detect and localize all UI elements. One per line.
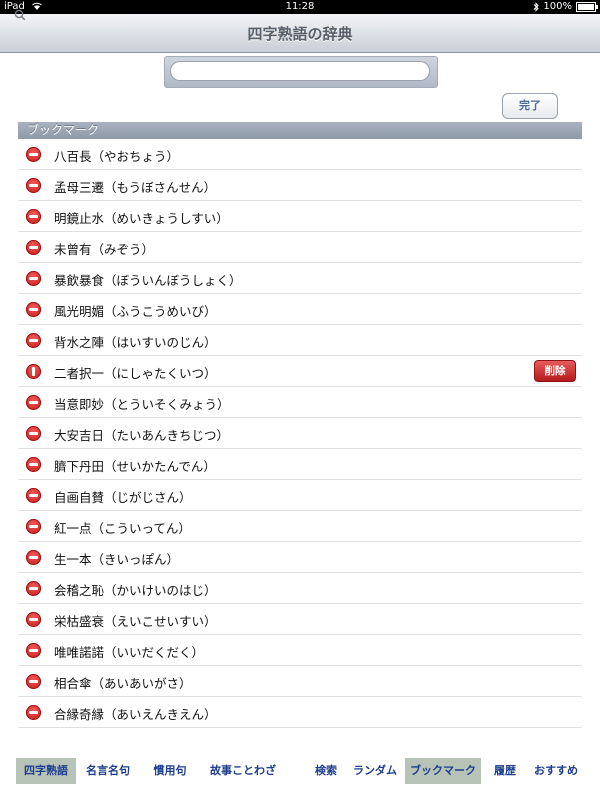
list-item-label: 自画自賛（じがじさん） xyxy=(54,490,192,505)
tab-bar: 四字熟語 名言名句 慣用句 故事ことわざ 検索 ランダム ブックマーク 履歴 おすすめ xyxy=(0,752,600,788)
delete-minus-icon[interactable] xyxy=(26,581,41,596)
tab-left-0[interactable]: 四字熟語 xyxy=(16,758,76,784)
list-item[interactable]: 紅一点（こういってん） xyxy=(18,511,582,542)
list-item-label: 臍下丹田（せいかたんでん） xyxy=(54,459,216,474)
list-item[interactable]: 孟母三遷（もうぼさんせん） xyxy=(18,170,582,201)
delete-minus-icon[interactable] xyxy=(26,519,41,534)
battery-percent: 100% xyxy=(543,1,572,12)
navigation-bar: 四字熟語の辞典 xyxy=(0,14,600,53)
list-item-label: 八百長（やおちょう） xyxy=(54,149,180,164)
list-item[interactable]: 二者択一（にしゃたくいつ） 削除 xyxy=(18,356,582,387)
delete-minus-icon[interactable] xyxy=(26,395,41,410)
list-item-label: 暴飲暴食（ぼういんぼうしょく） xyxy=(54,273,242,288)
list-item-label: 会稽之恥（かいけいのはじ） xyxy=(54,583,217,598)
list-item[interactable]: 明鏡止水（めいきょうしすい） xyxy=(18,201,582,232)
tab-left-3[interactable]: 故事ことわざ xyxy=(204,758,282,784)
tab-right-0[interactable]: 検索 xyxy=(310,758,342,784)
delete-minus-icon[interactable] xyxy=(26,705,41,720)
list-item[interactable]: 会稽之恥（かいけいのはじ） xyxy=(18,573,582,604)
list-item-label: 唯唯諾諾（いいだくだく） xyxy=(54,645,205,660)
list-item[interactable]: 臍下丹田（せいかたんでん） xyxy=(18,449,582,480)
list-item-label: 大安吉日（たいあんきちじつ） xyxy=(54,428,230,443)
bookmark-list: 八百長（やおちょう） 孟母三遷（もうぼさんせん） 明鏡止水（めいきょうしすい） 未曾有… xyxy=(18,139,582,728)
list-item[interactable]: 背水之陣（はいすいのじん） xyxy=(18,325,582,356)
list-item[interactable]: 八百長（やおちょう） xyxy=(18,139,582,170)
list-item[interactable]: 生一本（きいっぽん） xyxy=(18,542,582,573)
list-item-label: 未曾有（みぞう） xyxy=(54,242,155,257)
list-item[interactable]: 合縁奇縁（あいえんきえん） xyxy=(18,697,582,728)
list-item[interactable]: 暴飲暴食（ぼういんぼうしょく） xyxy=(18,263,582,294)
search-input[interactable] xyxy=(170,61,430,81)
list-item[interactable]: 相合傘（あいあいがさ） xyxy=(18,666,582,697)
delete-confirm-icon[interactable] xyxy=(26,364,41,379)
delete-minus-icon[interactable] xyxy=(26,178,41,193)
status-right: 100% xyxy=(533,0,598,14)
list-item[interactable]: 大安吉日（たいあんきちじつ） xyxy=(18,418,582,449)
page-title: 四字熟語の辞典 xyxy=(247,25,353,43)
tab-right-4[interactable]: おすすめ xyxy=(528,758,584,784)
tab-left-2[interactable]: 慣用句 xyxy=(146,758,194,784)
delete-minus-icon[interactable] xyxy=(26,302,41,317)
list-item-label: 栄枯盛衰（えいこせいすい） xyxy=(54,614,217,629)
tab-right-1[interactable]: ランダム xyxy=(348,758,402,784)
bluetooth-icon xyxy=(534,2,540,12)
search-icon xyxy=(14,9,26,21)
list-item[interactable]: 当意即妙（とういそくみょう） xyxy=(18,387,582,418)
delete-minus-icon[interactable] xyxy=(26,643,41,658)
delete-button[interactable]: 削除 xyxy=(534,360,576,382)
list-item[interactable]: 風光明媚（ふうこうめいび） xyxy=(18,294,582,325)
list-item-label: 風光明媚（ふうこうめいび） xyxy=(54,304,217,319)
delete-minus-icon[interactable] xyxy=(26,147,41,162)
delete-minus-icon[interactable] xyxy=(26,550,41,565)
list-item-label: 背水之陣（はいすいのじん） xyxy=(54,335,217,350)
list-item-label: 相合傘（あいあいがさ） xyxy=(54,676,192,691)
status-time: 11:28 xyxy=(285,1,315,12)
list-item[interactable]: 栄枯盛衰（えいこせいすい） xyxy=(18,604,582,635)
list-item-label: 合縁奇縁（あいえんきえん） xyxy=(54,707,217,722)
list-item[interactable]: 唯唯諾諾（いいだくだく） xyxy=(18,635,582,666)
delete-minus-icon[interactable] xyxy=(26,209,41,224)
done-button[interactable]: 完了 xyxy=(502,93,558,119)
list-item-label: 明鏡止水（めいきょうしすい） xyxy=(54,211,229,226)
delete-minus-icon[interactable] xyxy=(26,240,41,255)
delete-minus-icon[interactable] xyxy=(26,488,41,503)
delete-minus-icon[interactable] xyxy=(26,612,41,627)
status-bar: iPad 11:28 100% xyxy=(0,0,600,14)
list-item-label: 孟母三遷（もうぼさんせん） xyxy=(54,180,217,195)
delete-minus-icon[interactable] xyxy=(26,426,41,441)
section-header: ブックマーク xyxy=(18,122,582,139)
list-item-label: 二者択一（にしゃたくいつ） xyxy=(54,366,217,381)
delete-minus-icon[interactable] xyxy=(26,457,41,472)
delete-minus-icon[interactable] xyxy=(26,674,41,689)
delete-minus-icon[interactable] xyxy=(26,333,41,348)
list-item[interactable]: 自画自賛（じがじさん） xyxy=(18,480,582,511)
list-item-label: 生一本（きいっぽん） xyxy=(54,552,180,567)
list-item-label: 紅一点（こういってん） xyxy=(54,521,191,536)
tab-right-2[interactable]: ブックマーク xyxy=(405,758,481,784)
tab-right-3[interactable]: 履歴 xyxy=(488,758,522,784)
battery-icon xyxy=(576,2,598,12)
list-item[interactable]: 未曾有（みぞう） xyxy=(18,232,582,263)
delete-minus-icon[interactable] xyxy=(26,271,41,286)
tab-left-1[interactable]: 名言名句 xyxy=(80,758,136,784)
list-item-label: 当意即妙（とういそくみょう） xyxy=(54,397,230,412)
search-bar xyxy=(164,56,438,88)
